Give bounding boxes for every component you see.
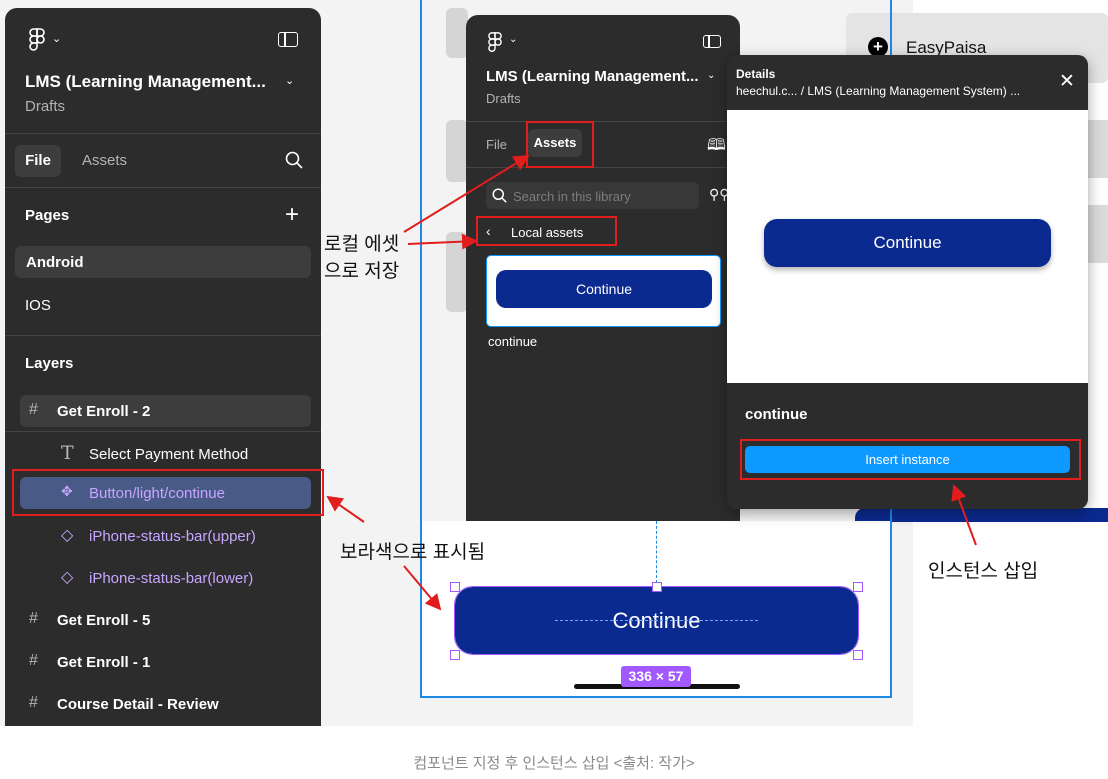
annotation-arrows bbox=[326, 154, 977, 611]
figure-caption: 컴포넌트 지정 후 인스턴스 삽입 <출처: 작가> bbox=[413, 755, 695, 772]
annotation-insert: 인스턴스 삽입 bbox=[928, 561, 1039, 582]
annotation-purple: 보라색으로 표시됨 bbox=[340, 542, 486, 563]
annotation-local-save-1: 로컬 에셋 bbox=[324, 234, 400, 255]
annotation-local-save-2: 으로 저장 bbox=[324, 261, 400, 282]
